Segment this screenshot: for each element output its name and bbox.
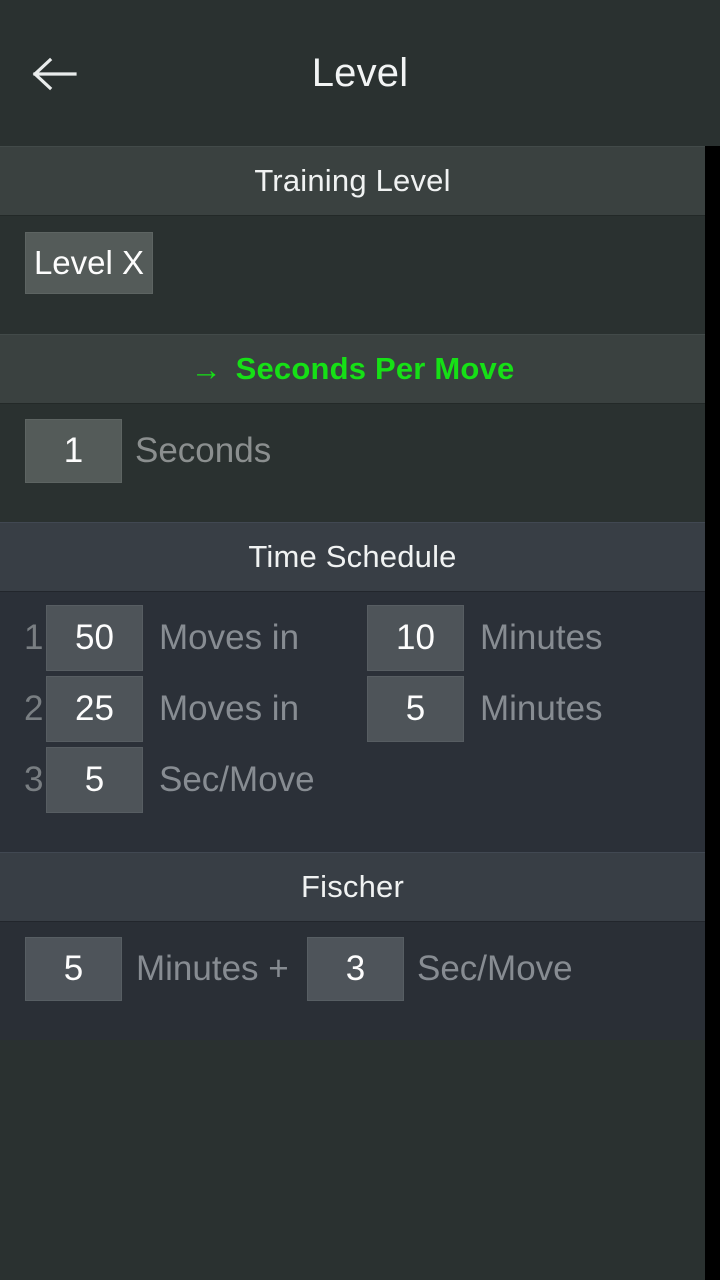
page-title: Level bbox=[311, 51, 409, 95]
table-row: 3. 5 Sec/Move bbox=[0, 744, 705, 815]
section-seconds-per-move: → Seconds Per Move 1 Seconds bbox=[0, 334, 705, 522]
vertical-scrollbar-track[interactable] bbox=[705, 146, 720, 1280]
schedule-secmove-button-3[interactable]: 5 bbox=[46, 746, 143, 813]
level-value-button[interactable]: Level X bbox=[25, 232, 153, 294]
fischer-increment-button[interactable]: 3 bbox=[307, 937, 404, 1001]
seconds-per-move-unit-label: Seconds bbox=[135, 431, 272, 470]
schedule-moves-label-1: Moves in bbox=[159, 617, 300, 657]
table-row: 2. 25 Moves in 5 Minutes bbox=[0, 673, 705, 744]
table-row: 1. 50 Moves in 10 Minutes bbox=[0, 602, 705, 673]
level-settings-screen: Level Training Level Level X → Seconds P… bbox=[0, 0, 720, 1280]
schedule-moves-label-2: Moves in bbox=[159, 688, 300, 728]
fischer-minutes-button[interactable]: 5 bbox=[25, 937, 122, 1001]
section-fischer: Fischer 5 Minutes + 3 Sec/Move bbox=[0, 852, 705, 1040]
section-time-schedule: Time Schedule 1. 50 Moves in 10 Minutes … bbox=[0, 522, 705, 852]
seconds-per-move-unit-wrapper: Seconds bbox=[135, 419, 271, 483]
schedule-moves-button-1[interactable]: 50 bbox=[46, 604, 143, 671]
section-header-time-schedule[interactable]: Time Schedule bbox=[0, 522, 705, 592]
row-index: 2. bbox=[24, 688, 54, 728]
fischer-increment-label-wrapper: Sec/Move bbox=[417, 937, 573, 1001]
row-index: 3. bbox=[24, 759, 54, 799]
section-header-seconds-per-move[interactable]: → Seconds Per Move bbox=[0, 334, 705, 404]
app-bar: Level bbox=[0, 0, 720, 146]
section-body-time-schedule: 1. 50 Moves in 10 Minutes 2. 25 Moves in… bbox=[0, 592, 705, 852]
schedule-moves-button-2[interactable]: 25 bbox=[46, 675, 143, 742]
section-title-time-schedule: Time Schedule bbox=[248, 539, 457, 574]
fischer-minutes-label: Minutes + bbox=[136, 949, 289, 988]
schedule-minutes-button-2[interactable]: 5 bbox=[367, 675, 464, 742]
section-header-training-level[interactable]: Training Level bbox=[0, 146, 705, 216]
row-index: 1. bbox=[24, 617, 54, 657]
schedule-minutes-label-2: Minutes bbox=[480, 688, 603, 728]
content-filler bbox=[0, 1040, 705, 1280]
section-title-seconds-per-move: Seconds Per Move bbox=[235, 351, 515, 386]
fischer-increment-label: Sec/Move bbox=[417, 949, 573, 988]
schedule-minutes-button-1[interactable]: 10 bbox=[367, 604, 464, 671]
section-header-fischer[interactable]: Fischer bbox=[0, 852, 705, 922]
section-title-training-level: Training Level bbox=[254, 163, 451, 198]
schedule-minutes-label-1: Minutes bbox=[480, 617, 603, 657]
section-body-training-level: Level X bbox=[0, 216, 705, 334]
seconds-per-move-value-button[interactable]: 1 bbox=[25, 419, 122, 483]
section-body-seconds-per-move: 1 Seconds bbox=[0, 404, 705, 522]
section-body-fischer: 5 Minutes + 3 Sec/Move bbox=[0, 922, 705, 1040]
section-training-level: Training Level Level X bbox=[0, 146, 705, 334]
section-title-fischer: Fischer bbox=[300, 869, 405, 904]
fischer-minutes-label-wrapper: Minutes + bbox=[136, 937, 289, 1001]
settings-scroll-area[interactable]: Training Level Level X → Seconds Per Mov… bbox=[0, 146, 705, 1280]
arrow-right-icon: → bbox=[190, 351, 222, 387]
schedule-secmove-label-3: Sec/Move bbox=[159, 759, 315, 799]
